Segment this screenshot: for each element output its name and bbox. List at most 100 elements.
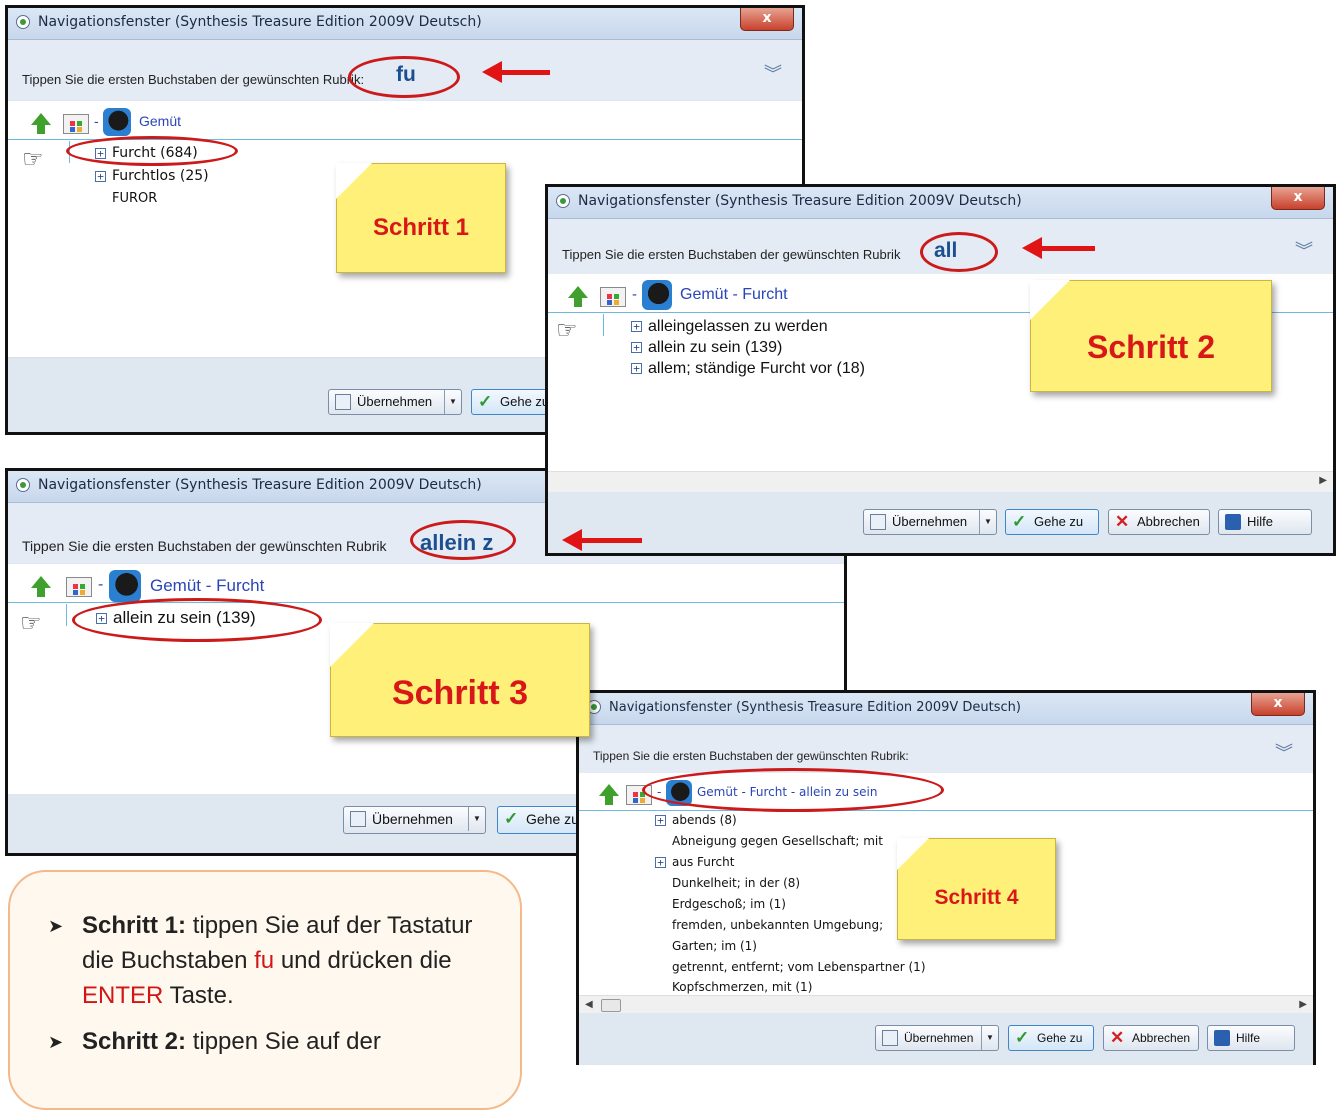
highlight-ellipse xyxy=(72,598,322,642)
prompt-label: Tippen Sie die ersten Buchstaben der gew… xyxy=(562,247,901,262)
view-grid-icon[interactable] xyxy=(600,287,626,307)
list-item[interactable]: Abneigung gegen Gesellschaft; mit xyxy=(672,834,883,848)
mind-head-icon xyxy=(642,280,672,310)
bullet-arrow-icon: ➤ xyxy=(48,1032,64,1053)
prompt-label: Tippen Sie die ersten Buchstaben der gew… xyxy=(22,72,365,87)
help-button[interactable]: Hilfe xyxy=(1218,509,1312,535)
note-fold xyxy=(897,838,929,870)
scroll-right-arrow-icon[interactable]: ▶ xyxy=(1299,999,1307,1010)
red-arrow-icon xyxy=(482,61,550,83)
horizontal-scrollbar[interactable]: ▶ xyxy=(548,471,1333,492)
breadcrumb-path[interactable]: Gemüt - Furcht xyxy=(150,576,264,596)
title-bar[interactable]: Navigationsfenster (Synthesis Treasure E… xyxy=(548,187,1333,219)
note-fold xyxy=(330,623,374,667)
list-item[interactable]: Dunkelheit; in der (8) xyxy=(672,876,800,890)
expand-plus-icon[interactable]: + xyxy=(95,170,106,182)
sticky-note-step2: Schritt 2 xyxy=(1030,280,1272,392)
sticky-note-step3: Schritt 3 xyxy=(330,623,590,737)
expand-plus-icon[interactable]: + xyxy=(631,321,642,333)
bullet-arrow-icon: ➤ xyxy=(48,916,64,937)
step-label: Schritt 1 xyxy=(372,214,470,241)
apply-button[interactable]: Übernehmen ▼ xyxy=(343,806,486,834)
apply-button[interactable]: Übernehmen ▼ xyxy=(863,509,997,535)
pointing-hand-icon: ☞ xyxy=(22,145,44,173)
check-icon: ✓ xyxy=(504,809,519,828)
expand-chevron-icon[interactable]: ︾ xyxy=(1275,745,1293,763)
window-title: Navigationsfenster (Synthesis Treasure E… xyxy=(578,193,1022,209)
dropdown-arrow-icon[interactable]: ▼ xyxy=(981,1026,998,1050)
close-button[interactable]: x xyxy=(740,8,794,31)
list-item[interactable]: Erdgeschoß; im (1) xyxy=(672,897,786,911)
sticky-note-step4: Schritt 4 xyxy=(897,838,1056,940)
highlight-ellipse xyxy=(920,232,998,272)
cancel-x-icon: ✕ xyxy=(1110,1028,1125,1047)
scroll-left-arrow-icon[interactable]: ◀ xyxy=(585,999,593,1010)
window-title: Navigationsfenster (Synthesis Treasure E… xyxy=(38,14,482,30)
list-item[interactable]: FUROR xyxy=(112,191,157,206)
close-button[interactable]: x xyxy=(1251,693,1305,716)
document-icon xyxy=(350,811,366,827)
up-arrow-icon[interactable] xyxy=(568,286,588,307)
scroll-right-arrow-icon[interactable]: ▶ xyxy=(1319,475,1327,486)
breadcrumb-path[interactable]: Gemüt - Furcht xyxy=(680,286,788,304)
list-item[interactable]: getrennt, entfernt; vom Lebenspartner (1… xyxy=(672,960,926,974)
app-icon xyxy=(556,194,570,208)
expand-plus-icon[interactable]: + xyxy=(631,342,642,354)
dropdown-arrow-icon[interactable]: ▼ xyxy=(444,390,461,414)
check-icon: ✓ xyxy=(1012,512,1027,531)
dropdown-arrow-icon[interactable]: ▼ xyxy=(468,807,485,831)
expand-chevron-icon[interactable]: ︾ xyxy=(764,66,782,84)
dropdown-arrow-icon[interactable]: ▼ xyxy=(979,510,996,534)
up-arrow-icon[interactable] xyxy=(31,113,51,134)
breadcrumb-path[interactable]: Gemüt xyxy=(139,113,181,129)
goto-button[interactable]: ✓ Gehe zu xyxy=(1005,509,1099,535)
close-button[interactable]: x xyxy=(1271,187,1325,210)
list-item[interactable]: + allein zu sein (139) xyxy=(631,339,782,357)
instructions-box: ➤ Schritt 1: tippen Sie auf der Tastatur… xyxy=(8,870,522,1110)
list-item[interactable]: Kopfschmerzen, mit (1) xyxy=(672,980,812,994)
note-fold xyxy=(336,163,372,199)
cancel-x-icon: ✕ xyxy=(1115,512,1130,531)
horizontal-scrollbar[interactable]: ◀ ▶ xyxy=(579,995,1313,1014)
title-bar[interactable]: Navigationsfenster (Synthesis Treasure E… xyxy=(579,693,1313,725)
list-item[interactable]: + Furchtlos (25) xyxy=(95,168,209,184)
breadcrumb-row: - Gemüt xyxy=(8,105,802,140)
apply-button[interactable]: Übernehmen ▼ xyxy=(328,389,462,415)
window-title: Navigationsfenster (Synthesis Treasure E… xyxy=(38,477,482,493)
view-grid-icon[interactable] xyxy=(63,114,89,134)
view-grid-icon[interactable] xyxy=(66,577,92,597)
red-arrow-icon xyxy=(1022,237,1095,259)
tree-line xyxy=(603,314,604,336)
highlight-ellipse xyxy=(410,520,516,560)
apply-button[interactable]: Übernehmen ▼ xyxy=(875,1025,999,1051)
list-item[interactable]: fremden, unbekannten Umgebung; xyxy=(672,918,883,932)
expand-plus-icon[interactable]: + xyxy=(655,857,666,868)
highlight-ellipse xyxy=(642,768,944,812)
list-item[interactable]: + allem; ständige Furcht vor (18) xyxy=(631,360,865,378)
title-bar[interactable]: Navigationsfenster (Synthesis Treasure E… xyxy=(8,8,802,40)
up-arrow-icon[interactable] xyxy=(599,784,619,805)
goto-button[interactable]: ✓ Gehe zu xyxy=(1008,1025,1094,1051)
document-icon xyxy=(882,1030,898,1046)
cancel-button[interactable]: ✕ Abbrechen xyxy=(1108,509,1210,535)
expand-plus-icon[interactable]: + xyxy=(655,815,666,826)
highlight-ellipse xyxy=(66,136,238,166)
scroll-thumb[interactable] xyxy=(601,999,621,1012)
list-item[interactable]: Garten; im (1) xyxy=(672,939,757,953)
prompt-label: Tippen Sie die ersten Buchstaben der gew… xyxy=(22,538,387,554)
step1-instruction: Schritt 1: tippen Sie auf der Tastatur d… xyxy=(82,912,473,1009)
highlight-ellipse xyxy=(348,56,460,98)
list-item[interactable]: + abends (8) xyxy=(655,813,737,827)
up-arrow-icon[interactable] xyxy=(31,576,51,597)
breadcrumb-row: - Gemüt - Furcht xyxy=(8,568,844,603)
check-icon: ✓ xyxy=(1015,1028,1030,1047)
list-item[interactable]: + alleingelassen zu werden xyxy=(631,318,828,336)
prompt-label: Tippen Sie die ersten Buchstaben der gew… xyxy=(593,749,909,763)
separator: - xyxy=(98,576,104,593)
step2-instruction: Schritt 2: tippen Sie auf der xyxy=(82,1028,381,1055)
cancel-button[interactable]: ✕ Abbrechen xyxy=(1103,1025,1199,1051)
help-button[interactable]: Hilfe xyxy=(1207,1025,1295,1051)
expand-chevron-icon[interactable]: ︾ xyxy=(1295,243,1313,261)
list-item[interactable]: + aus Furcht xyxy=(655,855,734,869)
expand-plus-icon[interactable]: + xyxy=(631,363,642,375)
